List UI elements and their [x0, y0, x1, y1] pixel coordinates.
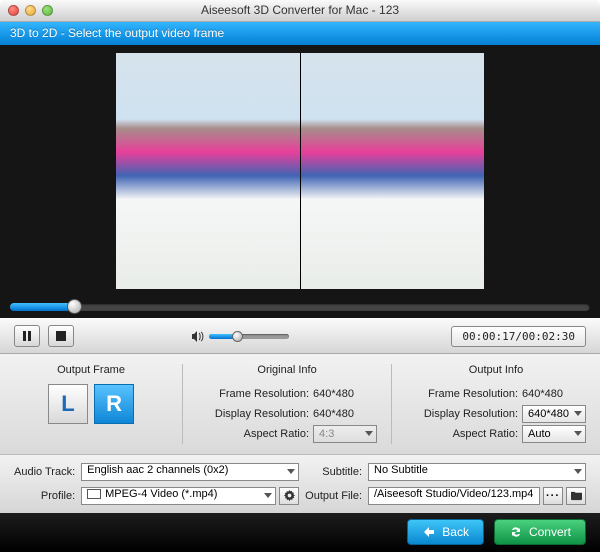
- stop-icon: [56, 331, 66, 341]
- video-canvas[interactable]: [116, 53, 484, 289]
- video-right-frame: [300, 53, 485, 289]
- output-info-heading: Output Info: [406, 364, 586, 376]
- back-arrow-icon: [422, 525, 436, 539]
- back-button[interactable]: Back: [407, 519, 484, 545]
- orig-frame-res-value: 640*480: [313, 388, 354, 400]
- orig-aspect-select: 4:3: [313, 425, 377, 443]
- audio-track-select[interactable]: English aac 2 channels (0x2): [81, 463, 299, 481]
- lr-buttons: L R: [48, 384, 134, 424]
- out-disp-res-label: Display Resolution:: [406, 408, 518, 420]
- pause-button[interactable]: [14, 325, 40, 347]
- stop-button[interactable]: [48, 325, 74, 347]
- gear-icon: [284, 490, 295, 501]
- seek-fill: [10, 303, 74, 311]
- output-frame-heading: Output Frame: [57, 364, 125, 376]
- audio-track-label: Audio Track:: [14, 466, 75, 478]
- chevron-down-icon: [264, 493, 272, 498]
- video-canvas-wrap: [0, 45, 600, 296]
- zoom-window-button[interactable]: [42, 5, 53, 16]
- out-frame-res-value: 640*480: [522, 388, 563, 400]
- minimize-window-button[interactable]: [25, 5, 36, 16]
- close-window-button[interactable]: [8, 5, 19, 16]
- convert-icon: [509, 525, 523, 539]
- out-disp-res-select[interactable]: 640*480: [522, 405, 586, 423]
- window-title: Aiseesoft 3D Converter for Mac - 123: [0, 3, 600, 17]
- info-panel: Output Frame L R Original Info Frame Res…: [0, 354, 600, 455]
- seek-row: [0, 296, 600, 318]
- seek-thumb[interactable]: [67, 299, 82, 314]
- bottom-form: Audio Track: English aac 2 channels (0x2…: [0, 455, 600, 513]
- volume-slider[interactable]: [209, 334, 289, 339]
- original-info-section: Original Info Frame Resolution: 640*480 D…: [197, 364, 377, 444]
- folder-icon: [571, 490, 582, 501]
- orig-disp-res-value: 640*480: [313, 408, 354, 420]
- back-button-label: Back: [442, 525, 469, 539]
- output-file-field[interactable]: /Aiseesoft Studio/Video/123.mp4: [368, 487, 540, 505]
- volume-icon: [192, 331, 205, 342]
- titlebar[interactable]: Aiseesoft 3D Converter for Mac - 123: [0, 0, 600, 22]
- chevron-down-icon: [574, 469, 582, 474]
- right-frame-button[interactable]: R: [94, 384, 134, 424]
- video-left-frame: [116, 53, 300, 289]
- step-banner: 3D to 2D - Select the output video frame: [0, 22, 600, 46]
- convert-button[interactable]: Convert: [494, 519, 586, 545]
- separator: [391, 364, 392, 444]
- subtitle-select[interactable]: No Subtitle: [368, 463, 586, 481]
- time-display: 00:00:17/00:02:30: [451, 326, 586, 347]
- chevron-down-icon: [574, 411, 582, 416]
- ellipsis-icon: ···: [546, 493, 560, 499]
- volume-control: [192, 331, 289, 342]
- orig-aspect-label: Aspect Ratio:: [197, 428, 309, 440]
- profile-select[interactable]: MPEG-4 Video (*.mp4): [81, 487, 276, 505]
- out-frame-res-label: Frame Resolution:: [406, 388, 518, 400]
- orig-frame-res-label: Frame Resolution:: [197, 388, 309, 400]
- preview-area: [0, 45, 600, 318]
- app-window: Aiseesoft 3D Converter for Mac - 123 3D …: [0, 0, 600, 552]
- output-info-section: Output Info Frame Resolution: 640*480 Dis…: [406, 364, 586, 444]
- left-frame-button[interactable]: L: [48, 384, 88, 424]
- volume-thumb[interactable]: [232, 331, 243, 342]
- footer-bar: Back Convert: [0, 513, 600, 552]
- pause-icon: [22, 331, 32, 341]
- out-aspect-select[interactable]: Auto: [522, 425, 586, 443]
- orig-disp-res-label: Display Resolution:: [197, 408, 309, 420]
- output-frame-section: Output Frame L R: [14, 364, 168, 444]
- output-file-more-button[interactable]: ···: [543, 487, 563, 505]
- profile-label: Profile:: [14, 490, 75, 502]
- convert-button-label: Convert: [529, 525, 571, 539]
- seek-slider[interactable]: [10, 303, 590, 311]
- time-elapsed: 00:00:17: [462, 330, 515, 343]
- chevron-down-icon: [574, 431, 582, 436]
- chevron-down-icon: [287, 469, 295, 474]
- step-banner-text: 3D to 2D - Select the output video frame: [10, 26, 224, 40]
- output-file-label: Output File:: [305, 490, 362, 502]
- original-info-heading: Original Info: [197, 364, 377, 376]
- traffic-lights: [8, 5, 53, 16]
- separator: [182, 364, 183, 444]
- profile-settings-button[interactable]: [279, 487, 299, 505]
- profile-format-icon: [87, 489, 101, 499]
- player-controls: 00:00:17/00:02:30: [0, 318, 600, 353]
- time-total: 00:02:30: [522, 330, 575, 343]
- out-aspect-label: Aspect Ratio:: [406, 428, 518, 440]
- output-file-browse-button[interactable]: [566, 487, 586, 505]
- subtitle-label: Subtitle:: [305, 466, 362, 478]
- chevron-down-icon: [365, 431, 373, 436]
